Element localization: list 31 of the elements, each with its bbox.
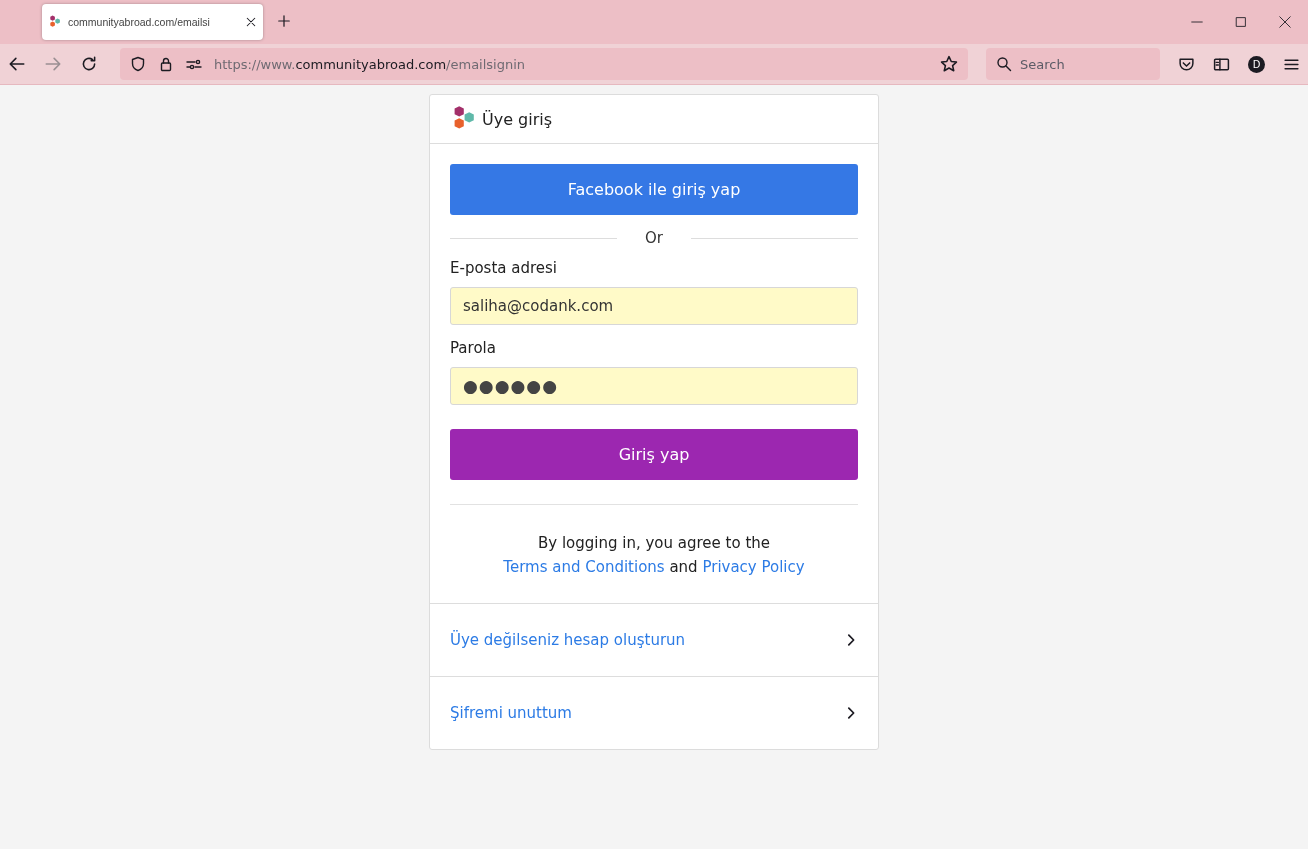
site-favicon-icon — [48, 15, 62, 29]
profile-avatar[interactable]: D — [1248, 55, 1265, 73]
field-label: Parola — [450, 339, 497, 357]
new-tab-icon[interactable] — [277, 13, 291, 28]
address-bar[interactable]: https://www.communityabroad.com/emailsignin — [120, 48, 968, 80]
maximize-icon[interactable] — [1234, 15, 1248, 29]
facebook-login-button[interactable]: Facebook ile giriş yap — [450, 164, 858, 215]
browser-tab[interactable]: communityabroad.com/emailsi — [42, 4, 263, 40]
sidebar-icon[interactable] — [1213, 55, 1230, 73]
url-text[interactable]: https://www.communityabroad.com/emailsignin — [214, 56, 928, 72]
search-field[interactable]: Search — [986, 48, 1160, 80]
card-title: Üye giriş — [482, 109, 553, 129]
login-button[interactable]: Giriş yap — [450, 429, 858, 480]
password-field[interactable]: ●●●●●● — [450, 367, 858, 405]
star-icon[interactable] — [940, 55, 958, 73]
search-icon[interactable] — [996, 56, 1012, 72]
account-link[interactable]: Şifremi unuttum — [450, 704, 572, 722]
pocket-icon[interactable] — [1178, 55, 1195, 73]
reload-icon[interactable] — [80, 55, 98, 73]
email-field[interactable]: saliha@codank.com — [450, 287, 858, 325]
privacy-link[interactable]: Privacy Policy — [702, 558, 805, 576]
terms-link[interactable]: Terms and Conditions — [503, 558, 665, 576]
shield-icon[interactable] — [130, 56, 146, 72]
or-divider-text: Or — [645, 229, 663, 247]
close-icon[interactable] — [1278, 15, 1292, 29]
close-icon[interactable] — [245, 16, 257, 28]
account-link[interactable]: Üye değilseniz hesap oluşturun — [450, 631, 686, 649]
lock-icon[interactable] — [158, 56, 174, 72]
terms-text: By logging in, you agree to the Terms and Conditions and Privacy Policy — [502, 533, 806, 578]
back-icon[interactable] — [8, 55, 26, 73]
field-label: E-posta adresi — [450, 259, 558, 277]
